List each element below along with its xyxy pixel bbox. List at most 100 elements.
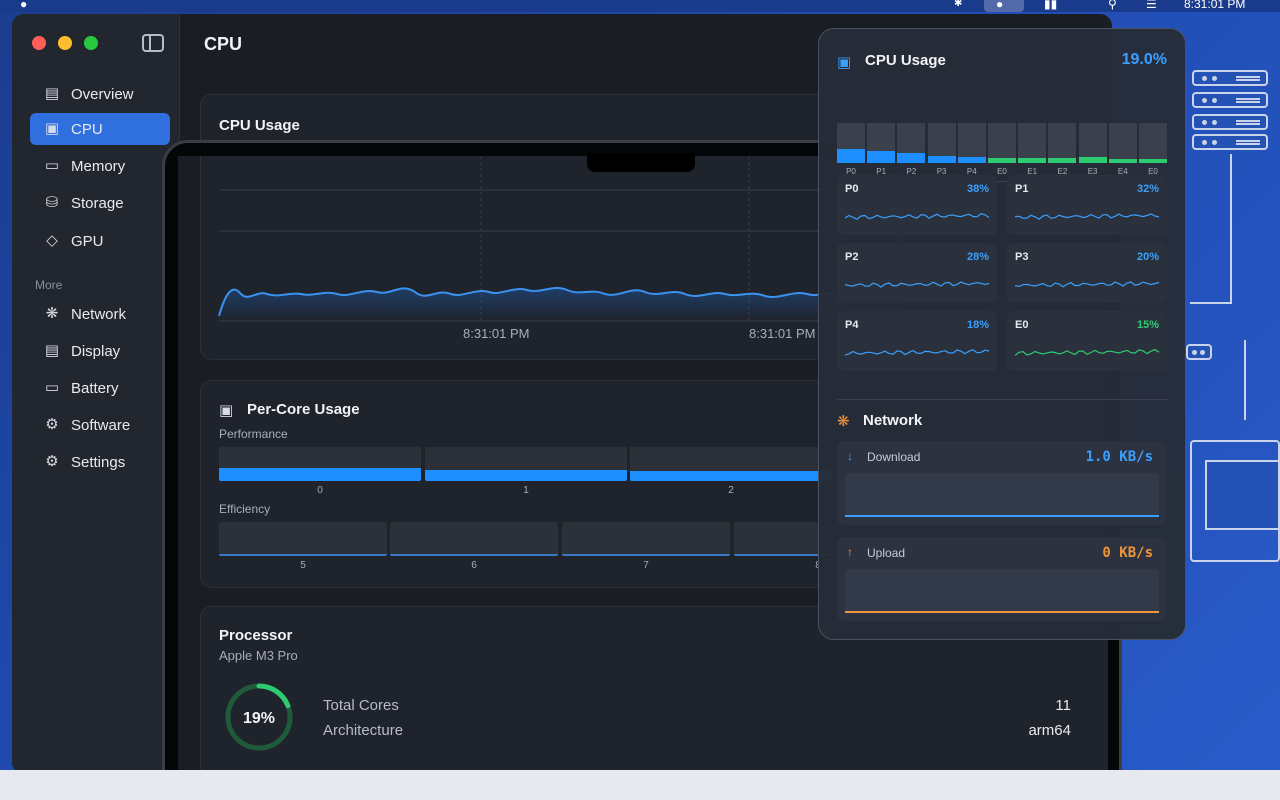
architecture-label: Architecture bbox=[323, 722, 404, 739]
popover-cpu-title: CPU Usage bbox=[865, 52, 946, 69]
core-mini-bar-fill bbox=[957, 157, 986, 163]
core-mini-bar bbox=[837, 123, 865, 163]
download-value: 1.0 KB/s bbox=[1085, 449, 1153, 465]
battery-status-icon[interactable]: ▮▮ bbox=[1044, 0, 1057, 12]
efficiency-core-bar bbox=[390, 522, 558, 556]
performance-label: Performance bbox=[219, 427, 288, 441]
core-bar-fill bbox=[425, 470, 627, 481]
core-mini-bar bbox=[1018, 123, 1047, 163]
core-mini-bar-fill bbox=[1018, 158, 1047, 163]
core-mini-bar-fill bbox=[1078, 157, 1107, 163]
core-sparkline bbox=[1015, 348, 1160, 356]
core-percent: 20% bbox=[1136, 251, 1159, 263]
sidebar-item-display[interactable]: ▤ Display bbox=[30, 335, 170, 367]
core-name: P4 bbox=[845, 319, 859, 331]
core-sparkline-path bbox=[1015, 213, 1160, 220]
core-index-label: 1 bbox=[523, 485, 529, 496]
core-sparkline-card: P4 18% bbox=[837, 311, 997, 371]
core-mini-bar-fill bbox=[1108, 159, 1137, 163]
sidebar-toggle-icon[interactable] bbox=[142, 34, 164, 52]
menu-bar: ● ✱ ● ▮▮ ⚲ ☰ 8:31:01 PM bbox=[0, 0, 1280, 12]
sidebar-item-network[interactable]: ❋ Network bbox=[30, 298, 170, 330]
download-graph bbox=[845, 515, 1159, 517]
core-mini-bar bbox=[1108, 123, 1137, 163]
core-bar-fill bbox=[219, 554, 387, 556]
cpu-usage-ring: 19% bbox=[225, 683, 293, 751]
core-mini-bar bbox=[1139, 123, 1167, 163]
menubar-app-highlight[interactable] bbox=[984, 0, 1024, 12]
chart-time-label: 8:31:01 PM bbox=[749, 326, 816, 341]
sidebar-item-settings[interactable]: ⚙ Settings bbox=[30, 446, 170, 478]
apple-menu-icon[interactable]: ● bbox=[20, 0, 27, 12]
core-sparkline bbox=[1015, 213, 1160, 220]
sidebar-item-label: Network bbox=[71, 305, 127, 323]
core-bar-fill bbox=[219, 468, 421, 481]
sidebar-item-battery[interactable]: ▭ Battery bbox=[30, 372, 170, 404]
total-cores-value: 11 bbox=[1055, 697, 1071, 714]
sidebar-item-storage[interactable]: ⛁ Storage bbox=[30, 187, 170, 219]
sidebar-item-cpu[interactable]: ▣ CPU bbox=[30, 113, 170, 145]
cpu-icon: ▣ bbox=[44, 120, 60, 137]
core-index-label: 6 bbox=[471, 560, 477, 571]
camera-notch bbox=[587, 153, 695, 172]
desk-surface bbox=[0, 770, 1280, 800]
core-bar-fill bbox=[562, 554, 730, 556]
sidebar-item-overview[interactable]: ▤ Overview bbox=[30, 78, 170, 110]
menubar-popover: ▣ CPU Usage 19.0% P0 P1 P2 P3 P4 E0 E1 E2 E3 E4 E0… bbox=[818, 28, 1186, 640]
core-index-label: 7 bbox=[643, 560, 649, 571]
core-sparkline-path bbox=[845, 349, 990, 356]
battery-icon: ▭ bbox=[44, 379, 60, 396]
core-percent: 32% bbox=[1136, 183, 1159, 195]
core-mini-bar bbox=[988, 123, 1016, 163]
sidebar-item-label: Software bbox=[71, 416, 131, 434]
layers-icon: ◇ bbox=[46, 232, 58, 249]
core-mini-bar-fill bbox=[867, 151, 896, 163]
core-name: E0 bbox=[1015, 319, 1029, 331]
sidebar-section-more: More bbox=[35, 278, 63, 292]
core-index-label: 2 bbox=[728, 485, 734, 496]
zoom-window-button[interactable] bbox=[84, 36, 98, 50]
cpu-usage-ring-text: 19% bbox=[243, 710, 275, 727]
total-cores-label: Total Cores bbox=[323, 697, 399, 714]
core-percent: 18% bbox=[966, 319, 989, 331]
core-mini-bar-fill bbox=[897, 153, 926, 163]
core-mini-bar-fill bbox=[1048, 158, 1077, 163]
popover-network-title: Network bbox=[863, 412, 923, 429]
sidebar-item-label: Storage bbox=[71, 194, 124, 212]
performance-core-bar bbox=[630, 447, 832, 481]
core-sparkline-card: P0 38% bbox=[837, 175, 997, 235]
upload-panel: ↑ Upload 0 KB/s bbox=[837, 537, 1167, 621]
close-window-button[interactable] bbox=[32, 36, 46, 50]
core-sparkline-path bbox=[1015, 348, 1160, 356]
core-bar-fill bbox=[630, 471, 832, 481]
menubar-clock[interactable]: 8:31:01 PM bbox=[1184, 0, 1245, 12]
router-icon bbox=[1186, 344, 1212, 360]
storage-icon: ⛁ bbox=[45, 194, 59, 211]
sidebar-item-label: Battery bbox=[71, 379, 119, 397]
core-sparkline bbox=[1015, 281, 1160, 288]
page-title: CPU bbox=[204, 34, 243, 54]
core-sparkline bbox=[845, 213, 990, 220]
gears-icon: ⚙ bbox=[45, 416, 59, 433]
per-core-usage-card: ▣ Per-Core Usage Performance 0 1 2 Efficie… bbox=[200, 380, 902, 588]
sidebar-item-gpu[interactable]: ◇ GPU bbox=[30, 225, 170, 257]
core-mini-bar bbox=[1048, 123, 1077, 163]
minimize-window-button[interactable] bbox=[58, 36, 72, 50]
app-menubar-icon[interactable]: ● bbox=[996, 0, 1003, 12]
bluetooth-icon[interactable]: ✱ bbox=[954, 0, 962, 12]
core-percent: 28% bbox=[966, 251, 989, 263]
sidebar-item-memory[interactable]: ▭ Memory bbox=[30, 150, 170, 182]
globe-icon: ❋ bbox=[45, 305, 59, 322]
sidebar-item-label: GPU bbox=[71, 232, 104, 250]
spotlight-search-icon[interactable]: ⚲ bbox=[1108, 0, 1117, 12]
core-name: P2 bbox=[845, 251, 859, 263]
control-center-icon[interactable]: ☰ bbox=[1146, 0, 1157, 12]
core-mini-bar bbox=[957, 123, 986, 163]
server-rack-icon bbox=[1192, 134, 1268, 150]
chart-time-label: 8:31:01 PM bbox=[463, 326, 530, 341]
efficiency-core-bar bbox=[562, 522, 730, 556]
sidebar-item-software[interactable]: ⚙ Software bbox=[30, 409, 170, 441]
sidebar-item-label: CPU bbox=[71, 120, 103, 138]
arrow-up-icon: ↑ bbox=[847, 545, 853, 559]
divider bbox=[837, 399, 1167, 400]
